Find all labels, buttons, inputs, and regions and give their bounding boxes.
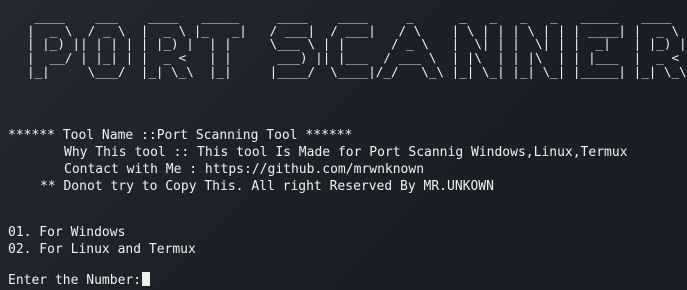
notice-line: ** Donot try to Copy This. All right Res… <box>40 179 494 194</box>
input-prompt[interactable]: Enter the Number: <box>8 272 151 289</box>
text-cursor <box>142 272 151 286</box>
menu-option-windows: 01. For Windows <box>8 225 126 240</box>
ascii-banner-port-scanner: ____ ___ ____ _____ ____ ____ _ _ _ _ _ … <box>27 9 687 79</box>
contact-line: Contact with Me : https://github.com/mrw… <box>64 162 425 177</box>
tool-name-line: ****** Tool Name ::Port Scanning Tool **… <box>8 128 353 143</box>
why-tool-line: Why This tool :: This tool Is Made for P… <box>64 145 628 160</box>
terminal-window[interactable]: ____ ___ ____ _____ ____ ____ _ _ _ _ _ … <box>0 0 687 290</box>
menu-option-linux-termux: 02. For Linux and Termux <box>8 242 196 257</box>
prompt-label: Enter the Number: <box>8 273 142 288</box>
